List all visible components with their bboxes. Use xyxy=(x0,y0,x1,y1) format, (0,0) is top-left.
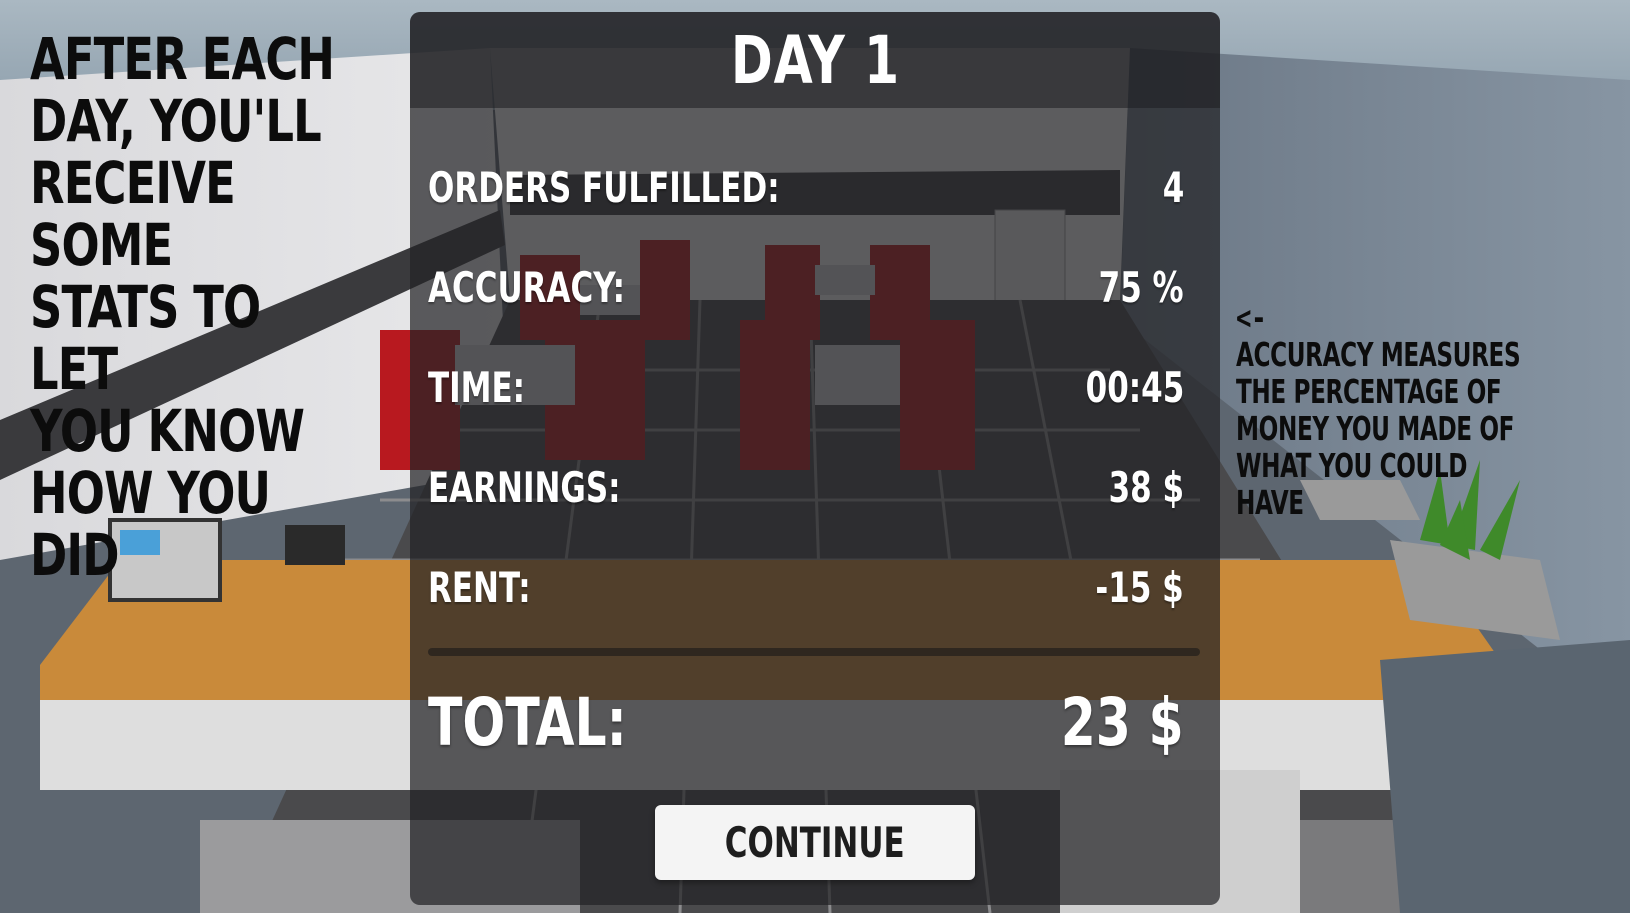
tutorial-caption-right: <- ACCURACY MEASURES THE PERCENTAGE OF M… xyxy=(1236,262,1540,521)
total-row: TOTAL: 23 $ xyxy=(428,682,1184,762)
stat-value: 75 % xyxy=(1099,262,1184,312)
day-summary-panel: DAY 1 ORDERS FULFILLED: 4 ACCURACY: 75 %… xyxy=(410,12,1220,905)
total-label: TOTAL: xyxy=(428,683,627,761)
panel-header: DAY 1 xyxy=(410,12,1220,108)
stat-label: ORDERS FULFILLED: xyxy=(428,162,780,212)
stat-row-orders: ORDERS FULFILLED: 4 xyxy=(428,157,1184,217)
continue-button[interactable]: CONTINUE xyxy=(655,805,975,880)
stat-value: 00:45 xyxy=(1085,362,1184,412)
stat-row-rent: RENT: -15 $ xyxy=(428,557,1184,617)
tutorial-caption-left: AFTER EACH DAY, YOU'LL RECEIVE SOME STAT… xyxy=(30,25,335,589)
stat-row-earnings: EARNINGS: 38 $ xyxy=(428,457,1184,517)
stat-value: 38 $ xyxy=(1108,462,1184,512)
tutorial-arrow: <- xyxy=(1236,298,1267,337)
stat-value: -15 $ xyxy=(1095,562,1184,612)
continue-label: CONTINUE xyxy=(725,818,905,867)
stat-value: 4 xyxy=(1162,162,1184,212)
stat-label: ACCURACY: xyxy=(428,262,626,312)
tutorial-accuracy-note: ACCURACY MEASURES THE PERCENTAGE OF MONE… xyxy=(1236,335,1521,522)
total-divider xyxy=(428,648,1200,656)
stat-row-time: TIME: 00:45 xyxy=(428,357,1184,417)
stat-row-accuracy: ACCURACY: 75 % xyxy=(428,257,1184,317)
stat-label: RENT: xyxy=(428,562,531,612)
day-title: DAY 1 xyxy=(730,21,900,99)
total-value: 23 $ xyxy=(1061,683,1184,761)
stat-label: EARNINGS: xyxy=(428,462,621,512)
stat-label: TIME: xyxy=(428,362,526,412)
